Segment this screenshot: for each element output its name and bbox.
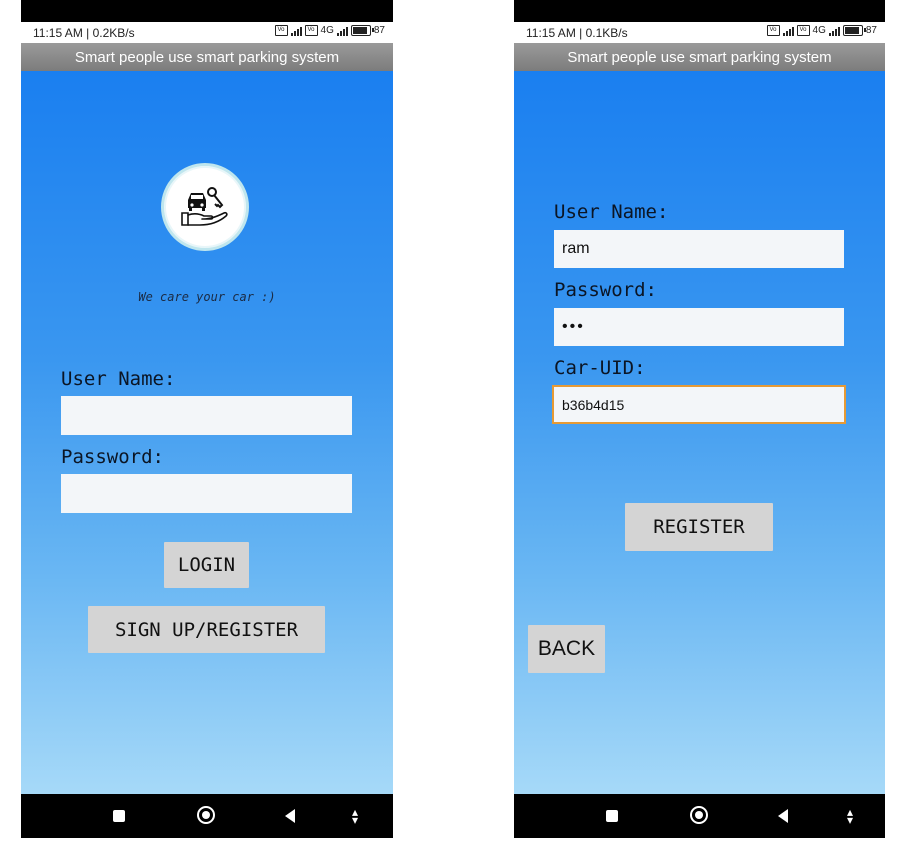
status-time: 11:15 AM | 0.2KB/s <box>33 26 135 40</box>
signal-icon <box>828 25 840 36</box>
password-label: Password: <box>61 446 164 468</box>
register-screen: 11:15 AM | 0.1KB/s Vo Vo 4G 87 Smart peo… <box>514 0 885 838</box>
nav-hide-icon[interactable]: ▴ ▾ <box>844 806 856 826</box>
home-icon[interactable] <box>197 806 215 824</box>
register-button[interactable]: REGISTER <box>625 503 773 551</box>
signal-icon <box>336 25 348 36</box>
login-content: We care your car :) User Name: Password:… <box>21 71 393 794</box>
password-input[interactable] <box>61 474 352 513</box>
battery-icon <box>842 25 866 36</box>
username-label: User Name: <box>61 368 176 390</box>
volte-icon: Vo <box>766 25 780 36</box>
status-icons: Vo Vo 4G 87 <box>766 25 877 36</box>
tagline: We care your car :) <box>138 290 276 304</box>
back-nav-icon[interactable] <box>778 809 788 823</box>
nav-bar: ▴ ▾ <box>514 794 885 838</box>
recents-icon[interactable] <box>606 810 618 822</box>
battery-percent: 87 <box>865 25 877 36</box>
signal-icon <box>782 25 794 36</box>
logo-graphic <box>181 187 228 226</box>
battery-percent: 87 <box>373 25 385 36</box>
home-icon[interactable] <box>690 806 708 824</box>
volte-icon: Vo <box>796 25 810 36</box>
recents-icon[interactable] <box>113 810 125 822</box>
register-content: User Name: Password: Car-UID: REGISTER B… <box>514 71 885 794</box>
signup-register-button[interactable]: SIGN UP/REGISTER <box>88 606 325 653</box>
network-type: 4G <box>812 25 826 36</box>
status-bar: 11:15 AM | 0.2KB/s Vo Vo 4G 87 <box>21 22 393 43</box>
caruid-input[interactable] <box>552 385 846 424</box>
username-label: User Name: <box>554 201 669 223</box>
network-type: 4G <box>320 25 334 36</box>
signal-icon <box>290 25 302 36</box>
password-label: Password: <box>554 279 657 301</box>
status-bar: 11:15 AM | 0.1KB/s Vo Vo 4G 87 <box>514 22 885 43</box>
nav-bar: ▴ ▾ <box>21 794 393 838</box>
app-title: Smart people use smart parking system <box>514 43 885 71</box>
caruid-label: Car-UID: <box>554 357 646 379</box>
volte-icon: Vo <box>304 25 318 36</box>
password-input[interactable] <box>554 308 844 346</box>
status-time: 11:15 AM | 0.1KB/s <box>526 26 628 40</box>
nav-hide-icon[interactable]: ▴ ▾ <box>349 806 361 826</box>
username-input[interactable] <box>554 230 844 268</box>
status-icons: Vo Vo 4G 87 <box>274 25 385 36</box>
volte-icon: Vo <box>274 25 288 36</box>
back-button[interactable]: BACK <box>528 625 605 673</box>
app-title: Smart people use smart parking system <box>21 43 393 71</box>
login-button[interactable]: LOGIN <box>164 542 249 588</box>
username-input[interactable] <box>61 396 352 435</box>
back-nav-icon[interactable] <box>285 809 295 823</box>
car-key-hand-icon <box>161 163 249 251</box>
login-screen: 11:15 AM | 0.2KB/s Vo Vo 4G 87 Smart peo… <box>21 0 393 838</box>
battery-icon <box>350 25 374 36</box>
